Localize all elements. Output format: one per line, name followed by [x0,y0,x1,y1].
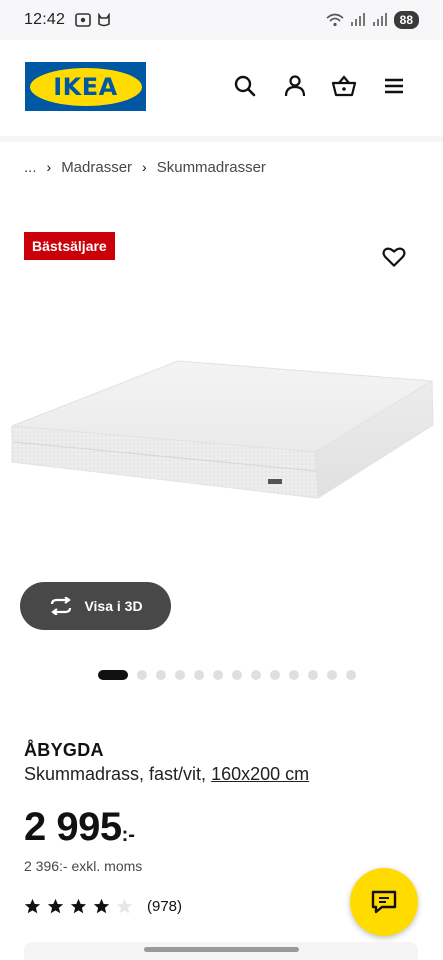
product-description: Skummadrass, fast/vit, 160x200 cm [24,764,309,785]
view-in-3d-label: Visa i 3D [84,598,143,614]
carousel-dot[interactable] [194,670,204,680]
signal-icon-2 [372,13,387,26]
heart-icon[interactable] [381,244,407,270]
price-value: 2 995 [24,805,122,849]
carousel-dot[interactable] [213,670,223,680]
carousel-dot[interactable] [232,670,242,680]
carousel-dot-active[interactable] [98,670,128,680]
carousel-dot[interactable] [251,670,261,680]
breadcrumb-ellipsis[interactable]: ... [24,159,37,176]
menu-icon[interactable] [381,73,407,99]
product-description-text: Skummadrass, fast/vit, [24,764,207,784]
carousel-dot[interactable] [137,670,147,680]
screen-record-icon [75,13,91,27]
price-suffix: :- [121,824,135,846]
ikea-logo[interactable]: IKEA [25,62,146,111]
signal-icon [350,13,365,26]
cart-icon[interactable] [331,73,357,99]
carousel-indicator [98,670,356,680]
breadcrumb-item-madrasser[interactable]: Madrasser [61,159,132,176]
status-time: 12:42 [24,11,66,28]
breadcrumb-item-skummadrasser[interactable]: Skummadrasser [157,159,266,176]
price-excl-vat: 2 396:- exkl. moms [24,858,143,874]
chat-button[interactable] [350,868,418,936]
star-filled-icon [93,898,110,914]
star-filled-icon [47,898,64,914]
profile-icon[interactable] [282,73,308,99]
logo-text: IKEA [53,72,118,101]
home-indicator[interactable] [144,947,299,952]
chat-icon [371,890,397,914]
product-rating[interactable]: (978) [24,898,182,915]
wifi-icon [326,13,344,27]
star-filled-icon [24,898,41,914]
chevron-right-icon: › [142,159,147,175]
view-in-3d-button[interactable]: Visa i 3D [20,582,171,630]
carousel-dot[interactable] [308,670,318,680]
cat-app-icon [98,13,110,27]
battery-indicator: 88 [393,11,419,29]
bestseller-badge: Bästsäljare [24,232,115,260]
star-empty-icon [116,898,133,914]
product-price: 2 995 :- [24,802,135,852]
rotate-3d-icon [51,597,72,615]
status-right: 88 [326,11,419,29]
carousel-dot[interactable] [346,670,356,680]
header-divider [0,136,443,142]
breadcrumb: ... › Madrasser › Skummadrasser [24,156,266,178]
star-filled-icon [70,898,87,914]
site-header: IKEA [0,40,443,136]
product-image-mattress[interactable] [0,330,443,580]
status-notification-icons [75,13,111,27]
product-name: ÅBYGDA [24,740,104,760]
search-icon[interactable] [232,73,258,99]
carousel-dot[interactable] [175,670,185,680]
carousel-dot[interactable] [156,670,166,680]
status-bar: 12:42 88 [0,0,443,40]
chevron-right-icon: › [46,159,52,175]
logo-oval: IKEA [29,67,142,106]
carousel-dot[interactable] [270,670,280,680]
product-size-link[interactable]: 160x200 cm [211,764,309,784]
carousel-dot[interactable] [289,670,299,680]
review-count[interactable]: (978) [147,898,182,915]
carousel-dot[interactable] [327,670,337,680]
